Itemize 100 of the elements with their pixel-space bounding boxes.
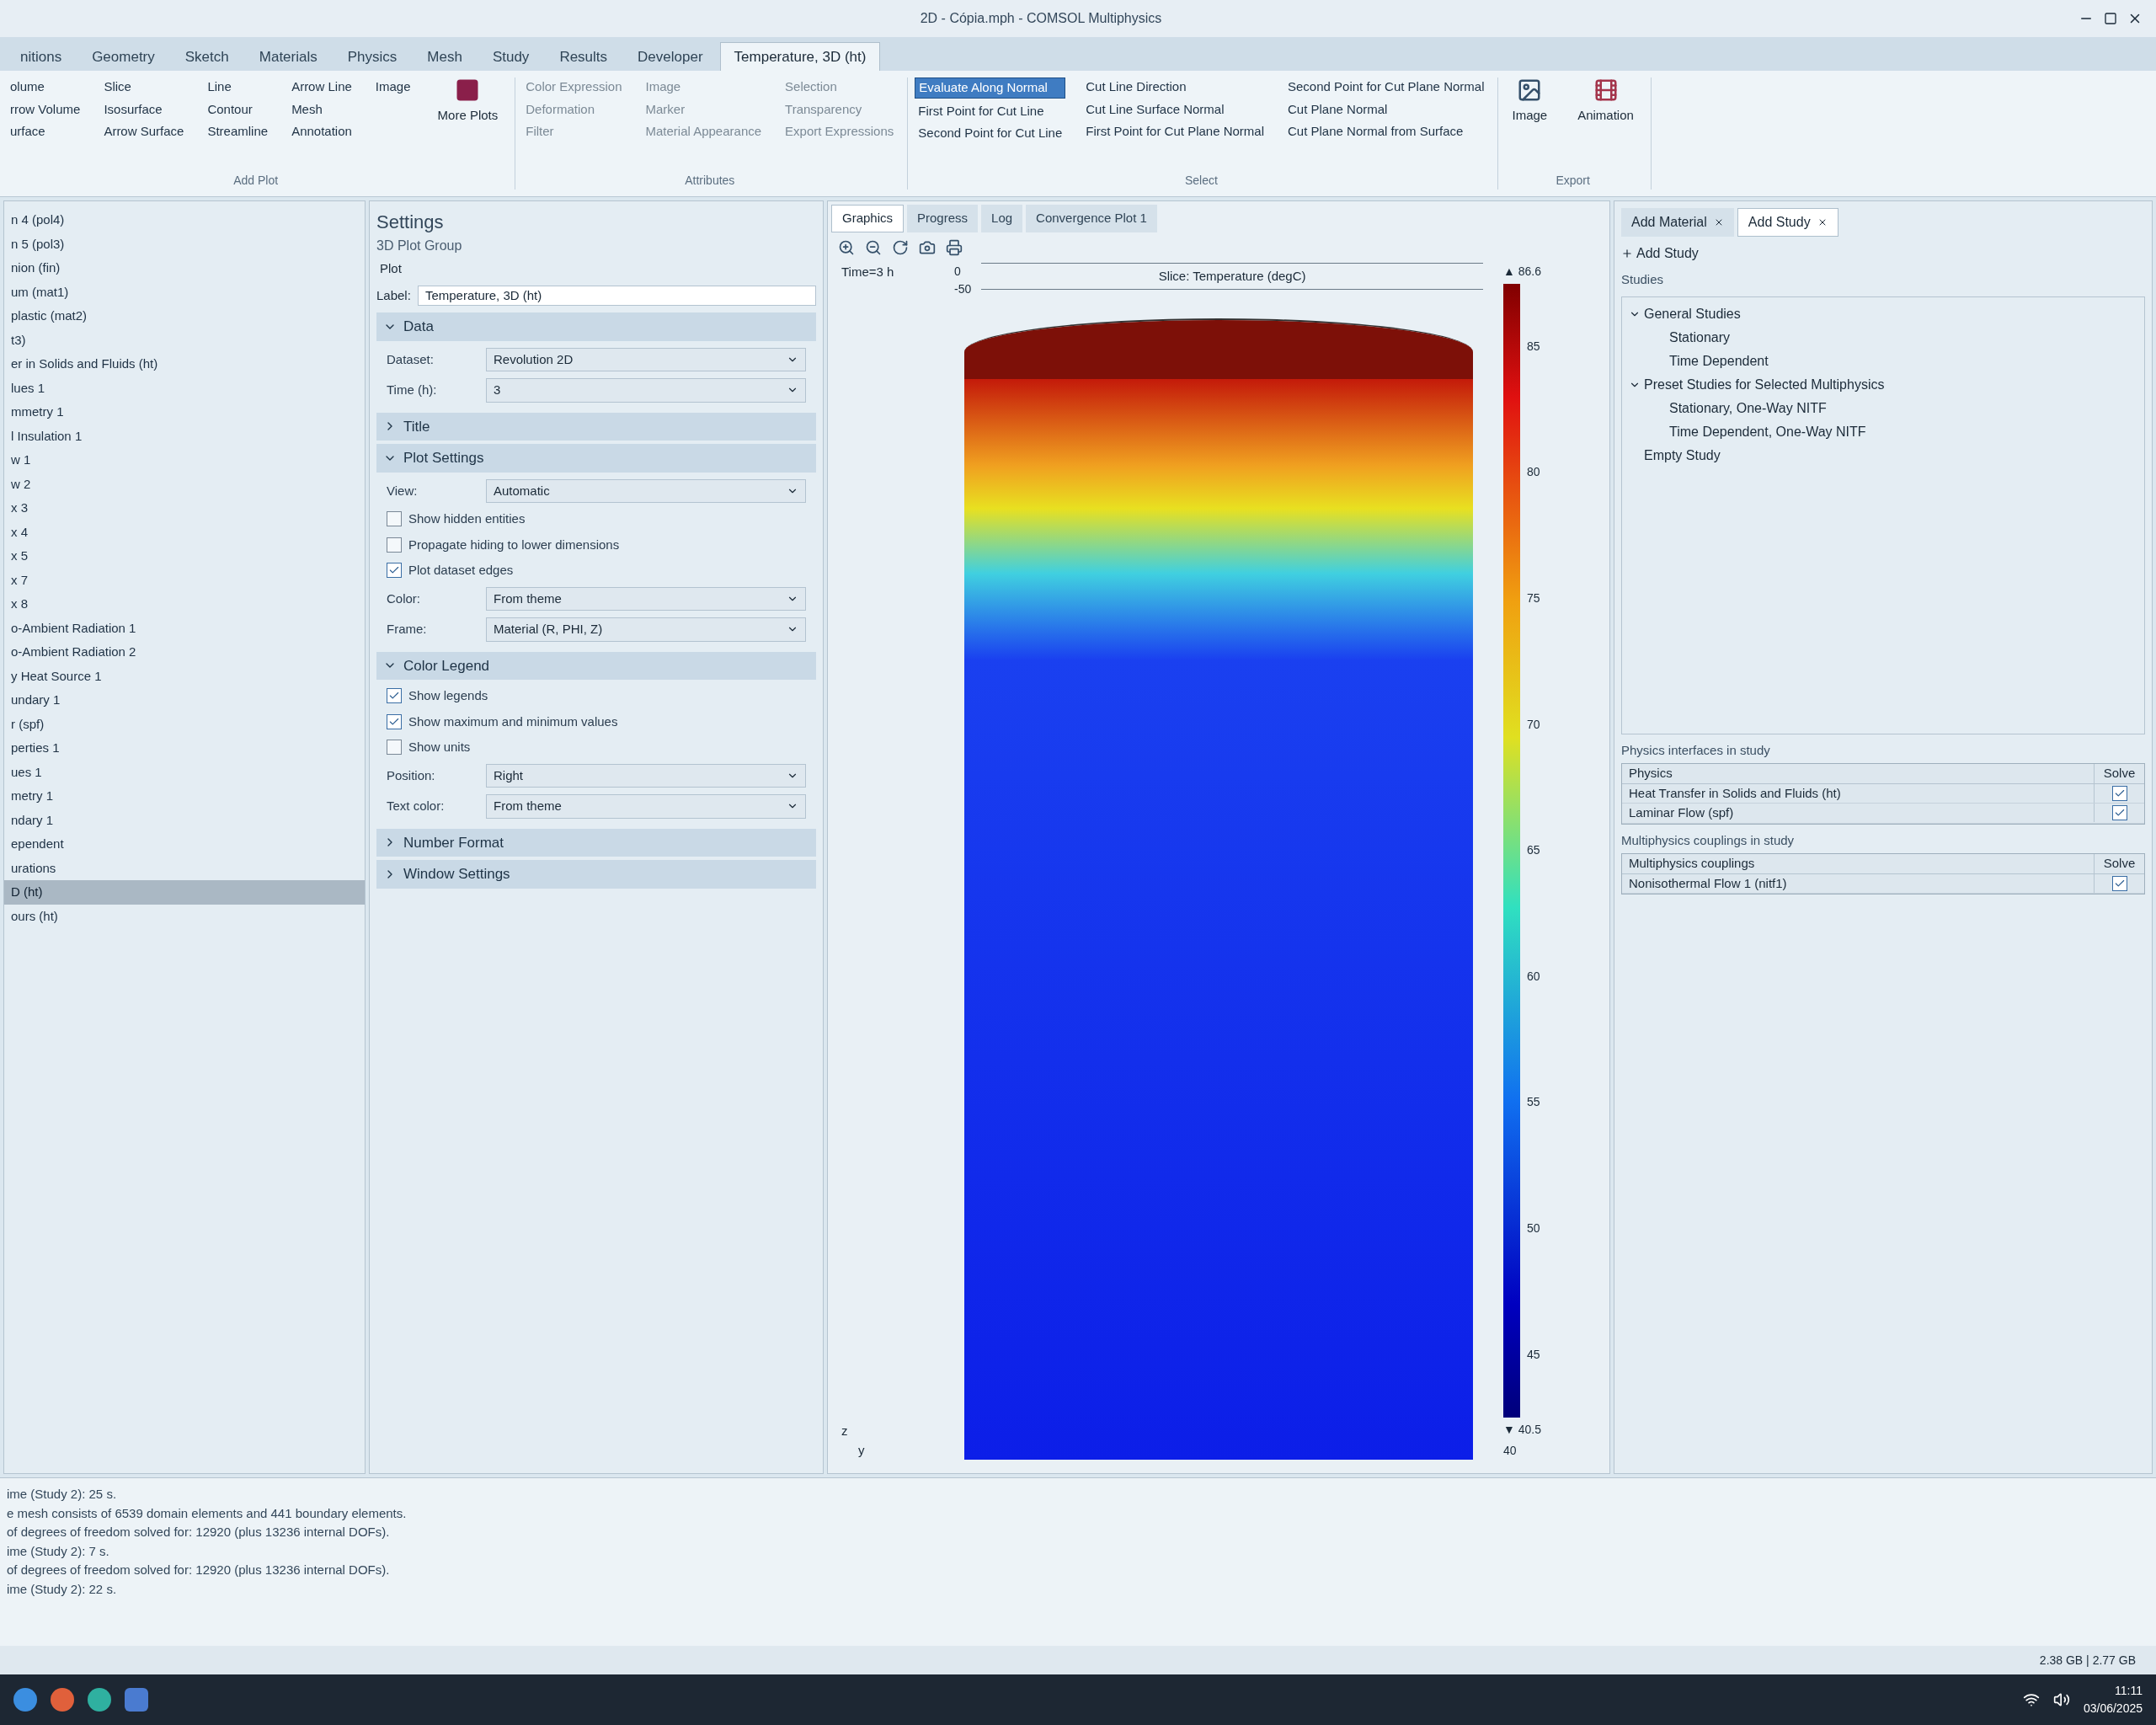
tree-item[interactable]: um (mat1) xyxy=(4,280,365,304)
ribbon-button[interactable]: Cut Line Surface Normal xyxy=(1082,99,1267,119)
section-header[interactable]: Window Settings xyxy=(376,860,816,889)
checkbox[interactable] xyxy=(2111,805,2127,821)
ribbon-large-button[interactable]: More Plots xyxy=(430,77,505,172)
ribbon-button[interactable]: Cut Plane Normal xyxy=(1284,99,1488,119)
tree-item[interactable]: Time Dependent xyxy=(1629,350,2137,371)
ribbon-button[interactable]: Line xyxy=(204,77,272,97)
ribbon-button[interactable]: Arrow Line xyxy=(288,77,355,97)
printer-icon[interactable] xyxy=(946,238,963,256)
add-study-button[interactable]: Add Study xyxy=(1621,243,1699,264)
ribbon-tab[interactable]: Geometry xyxy=(78,42,168,71)
ribbon-button[interactable]: Isosurface xyxy=(100,99,188,119)
checkbox[interactable] xyxy=(387,713,402,729)
ribbon-tab[interactable]: Results xyxy=(546,42,622,71)
ribbon-button[interactable]: First Point for Cut Line xyxy=(915,101,1066,120)
ribbon-button[interactable]: olume xyxy=(7,77,84,97)
ribbon-large-button[interactable]: Image xyxy=(1505,77,1555,172)
wifi-icon[interactable] xyxy=(2022,1691,2040,1708)
app-icon[interactable] xyxy=(51,1688,74,1712)
tree-item[interactable]: Stationary xyxy=(1629,327,2137,348)
panel-tab[interactable]: Add Material xyxy=(1621,208,1734,237)
tree-item[interactable]: ependent xyxy=(4,832,365,857)
checkbox[interactable] xyxy=(2111,875,2127,891)
dropdown[interactable]: 3 xyxy=(486,378,806,403)
tree-item[interactable]: t3) xyxy=(4,328,365,352)
speaker-icon[interactable] xyxy=(2052,1691,2070,1708)
tree-item[interactable]: x 5 xyxy=(4,544,365,569)
ribbon-button[interactable]: Second Point for Cut Line xyxy=(915,124,1066,143)
checkbox[interactable] xyxy=(387,563,402,579)
tree-item[interactable]: General Studies xyxy=(1629,303,2137,324)
ribbon-button[interactable]: Slice xyxy=(100,77,188,97)
tree-item[interactable]: n 4 (pol4) xyxy=(4,208,365,232)
tree-item[interactable]: r (spf) xyxy=(4,712,365,736)
tree-item[interactable]: Preset Studies for Selected Multiphysics xyxy=(1629,374,2137,395)
tree-item[interactable]: w 2 xyxy=(4,472,365,496)
panel-tab[interactable]: Progress xyxy=(907,205,979,232)
tree-item[interactable]: w 1 xyxy=(4,448,365,473)
panel-tab[interactable]: Graphics xyxy=(831,205,905,232)
ribbon-button[interactable]: Evaluate Along Normal xyxy=(915,77,1066,99)
dropdown[interactable]: From theme xyxy=(486,586,806,611)
tree-item[interactable]: Stationary, One-Way NITF xyxy=(1629,398,2137,419)
panel-tab[interactable]: Convergence Plot 1 xyxy=(1026,205,1157,232)
ribbon-large-button[interactable]: Animation xyxy=(1571,77,1641,172)
tree-item[interactable]: Time Dependent, One-Way NITF xyxy=(1629,421,2137,442)
checkbox[interactable] xyxy=(387,688,402,704)
ribbon-button[interactable]: Image xyxy=(371,77,414,97)
zoom-in-icon[interactable] xyxy=(838,238,855,256)
app-icon[interactable] xyxy=(13,1688,37,1712)
ribbon-tab[interactable]: Temperature, 3D (ht) xyxy=(719,41,881,71)
ribbon-tab[interactable]: Physics xyxy=(334,42,411,71)
section-header[interactable]: Number Format xyxy=(376,828,816,857)
rotate-icon[interactable] xyxy=(892,238,909,256)
ribbon-button[interactable]: Annotation xyxy=(288,122,355,142)
tree-item[interactable]: n 5 (pol3) xyxy=(4,232,365,256)
tree-item[interactable]: ues 1 xyxy=(4,760,365,784)
tree-item[interactable]: x 8 xyxy=(4,592,365,617)
maximize-icon[interactable] xyxy=(2104,12,2117,25)
ribbon-button[interactable]: Contour xyxy=(204,99,272,119)
tree-item[interactable]: metry 1 xyxy=(4,784,365,809)
ribbon-button[interactable]: Cut Line Direction xyxy=(1082,77,1267,97)
dropdown[interactable]: Material (R, PHI, Z) xyxy=(486,617,806,642)
tree-item[interactable]: ours (ht) xyxy=(4,904,365,928)
ribbon-button[interactable]: Arrow Surface xyxy=(100,122,188,142)
panel-tab[interactable]: Add Study xyxy=(1737,208,1838,237)
tree-item[interactable]: plastic (mat2) xyxy=(4,304,365,328)
tree-item[interactable]: lues 1 xyxy=(4,376,365,400)
tree-item[interactable]: er in Solids and Fluids (ht) xyxy=(4,352,365,377)
ribbon-button[interactable]: Cut Plane Normal from Surface xyxy=(1284,122,1488,142)
section-header[interactable]: Color Legend xyxy=(376,651,816,680)
checkbox[interactable] xyxy=(2111,785,2127,801)
app-icon[interactable] xyxy=(88,1688,111,1712)
ribbon-button[interactable]: Mesh xyxy=(288,99,355,119)
tree-item[interactable]: l Insulation 1 xyxy=(4,424,365,448)
app-icon[interactable] xyxy=(125,1688,148,1712)
ribbon-button[interactable]: First Point for Cut Plane Normal xyxy=(1082,122,1267,142)
tree-item[interactable]: undary 1 xyxy=(4,688,365,713)
ribbon-tab[interactable]: Developer xyxy=(624,42,717,71)
ribbon-button[interactable]: Second Point for Cut Plane Normal xyxy=(1284,77,1488,97)
tree-item[interactable]: x 7 xyxy=(4,568,365,592)
checkbox[interactable] xyxy=(387,740,402,756)
dropdown[interactable]: Automatic xyxy=(486,478,806,503)
section-header[interactable]: Data xyxy=(376,312,816,341)
ribbon-tab[interactable]: Study xyxy=(478,42,543,71)
tree-item[interactable]: perties 1 xyxy=(4,736,365,761)
tree-item[interactable]: o-Ambient Radiation 2 xyxy=(4,640,365,665)
checkbox[interactable] xyxy=(387,511,402,527)
ribbon-button[interactable]: urface xyxy=(7,122,84,142)
tree-item[interactable]: nion (fin) xyxy=(4,256,365,280)
tree-item[interactable]: mmetry 1 xyxy=(4,400,365,425)
tree-item[interactable]: D (ht) xyxy=(4,880,365,905)
section-header[interactable]: Title xyxy=(376,412,816,441)
tree-item[interactable]: x 3 xyxy=(4,496,365,521)
plot-button[interactable]: Plot xyxy=(376,259,405,279)
dropdown[interactable]: Right xyxy=(486,763,806,788)
tree-item[interactable]: y Heat Source 1 xyxy=(4,664,365,688)
ribbon-tab[interactable]: Sketch xyxy=(171,42,243,71)
dropdown[interactable]: Revolution 2D xyxy=(486,347,806,371)
label-field[interactable]: Temperature, 3D (ht) xyxy=(417,285,816,306)
section-header[interactable]: Plot Settings xyxy=(376,444,816,473)
